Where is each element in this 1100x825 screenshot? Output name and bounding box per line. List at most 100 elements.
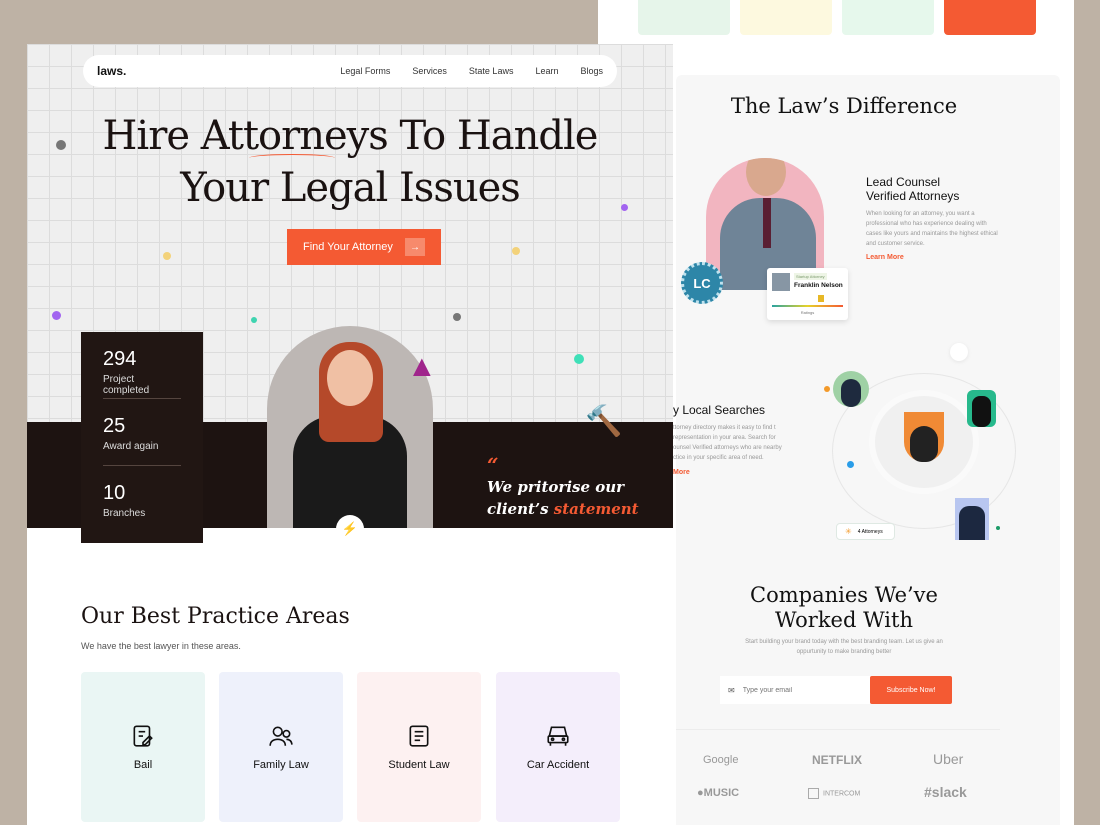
nav-blogs[interactable]: Blogs [580,66,603,76]
find-attorney-button[interactable]: Find Your Attorney → [287,229,441,265]
decor-dot [824,386,830,392]
network-icon: ✳ [845,527,852,536]
decor-dot [574,354,584,364]
hero-title-line: Your Legal Issues [180,165,521,211]
decor-dot [621,204,628,211]
car-icon [547,726,569,746]
companies-title: Companies We’ve Worked With [676,583,1012,633]
color-swatch [944,0,1036,35]
decor-dot [512,247,520,255]
stat-value: 10 [103,482,126,504]
card-label: Car Accident [526,759,590,771]
learn-more-link[interactable]: Learn More [866,254,904,261]
logo-google: Google [703,754,739,766]
logo-apple-music: ●MUSIC [697,787,739,799]
cta-label: Find Your Attorney [303,241,393,253]
logo-text: INTERCOM [823,790,861,798]
decor-dot [52,311,61,320]
card-label: Family Law [253,759,309,771]
navbar: laws. Legal Forms Services State Laws Le… [83,55,617,87]
decor-dot [56,140,66,150]
companies-title-line: Companies We’ve [750,583,938,607]
subscribe-button[interactable]: Subscribe Now! [870,676,952,704]
slack-icon: # [924,784,932,800]
stats-panel: 294 Project completed 25 Award again 10 Bra… [81,332,203,543]
practice-title: Our Best Practice Areas [81,604,350,629]
logo-netflix: NETFLIX [812,753,862,767]
quote-line: client’s statement [487,498,639,520]
bolt-icon[interactable]: ⚡ [336,515,364,543]
logo-uber: Uber [933,751,964,767]
companies-title-line: Worked With [774,608,913,632]
practice-card-student-law[interactable]: Student Law [357,672,481,822]
intercom-icon [808,788,819,799]
prism-icon: ▲ [407,350,437,383]
attorney-photo [904,412,944,462]
divider [676,729,1000,730]
email-input[interactable] [742,686,853,694]
rating-bar [772,305,843,307]
lead-title: Lead Counsel Verified Attorneys [866,175,959,203]
color-swatch [638,0,730,35]
companies-text: Start building your brand today with the… [745,639,943,655]
logo-slack: #slack [924,784,967,800]
color-swatch [740,0,832,35]
person-face [327,350,373,406]
local-text: ttorney directory makes it easy to find … [673,425,782,461]
practice-card-bail[interactable]: Bail [81,672,205,822]
rating-label: Ratings [800,310,815,315]
nav-services[interactable]: Services [412,66,447,76]
attorney-photo [833,371,869,407]
stat-label: Branches [103,508,146,519]
profile-tag: Startup Attorney [794,273,827,280]
profile-card[interactable]: Startup Attorney Franklin Nelson Ratings [767,268,848,320]
title-underline [249,154,335,162]
email-field[interactable]: ✉ [720,676,870,704]
stat-item: 294 Project completed [103,332,181,399]
logo-intercom: INTERCOM [808,788,860,799]
users-icon [269,726,293,746]
attorney-photo [955,498,989,540]
practice-card-family-law[interactable]: Family Law [219,672,343,822]
quote-highlight: statement [553,500,639,518]
stat-item: 25 Award again [103,399,181,466]
document-icon [409,725,429,747]
logo[interactable]: laws. [97,64,126,78]
card-label: Bail [133,759,153,771]
logo-text: MUSIC [703,787,740,799]
attorneys-count-badge[interactable]: ✳ 4 Attorneys [836,523,895,540]
card-label: Student Law [388,759,450,771]
local-more-link[interactable]: More [673,469,690,476]
arrow-right-icon: → [405,238,425,256]
avatar [772,273,790,291]
hero-title: Hire Attorneys To Handle Your Legal Issue… [27,110,673,214]
attorneys-count: 4 Attorneys [857,528,883,535]
nav-learn[interactable]: Learn [535,66,558,76]
mail-icon: ✉ [728,685,735,695]
logo-text: slack [931,784,967,800]
main-page-preview: laws. Legal Forms Services State Laws Le… [27,44,673,825]
nav-state-laws[interactable]: State Laws [469,66,514,76]
decor-dot [163,252,171,260]
document-pen-icon [133,725,153,747]
quote-text: client’s [487,500,554,518]
hero-title-line: Hire Attorneys To Handle [102,113,599,159]
local-title: y Local Searches [673,403,766,417]
profile-name: Franklin Nelson [794,282,843,289]
attorney-photo [967,390,996,427]
apple-icon: ● [697,787,704,799]
color-swatch [842,0,934,35]
decor-dot [996,526,1000,530]
difference-title: The Law’s Difference [730,94,958,118]
lead-counsel-badge: LC [681,262,723,304]
stat-label: Award again [103,441,159,452]
nav-legal-forms[interactable]: Legal Forms [340,66,390,76]
stat-value: 25 [103,415,126,437]
practice-card-car-accident[interactable]: Car Accident [496,672,620,822]
stat-value: 294 [103,348,137,370]
gavel-icon: 🔨 [585,405,623,438]
decor-dot [950,343,968,361]
quote-icon: “ [487,453,499,477]
stat-label: Project completed [103,374,150,396]
decor-dot [251,317,257,323]
